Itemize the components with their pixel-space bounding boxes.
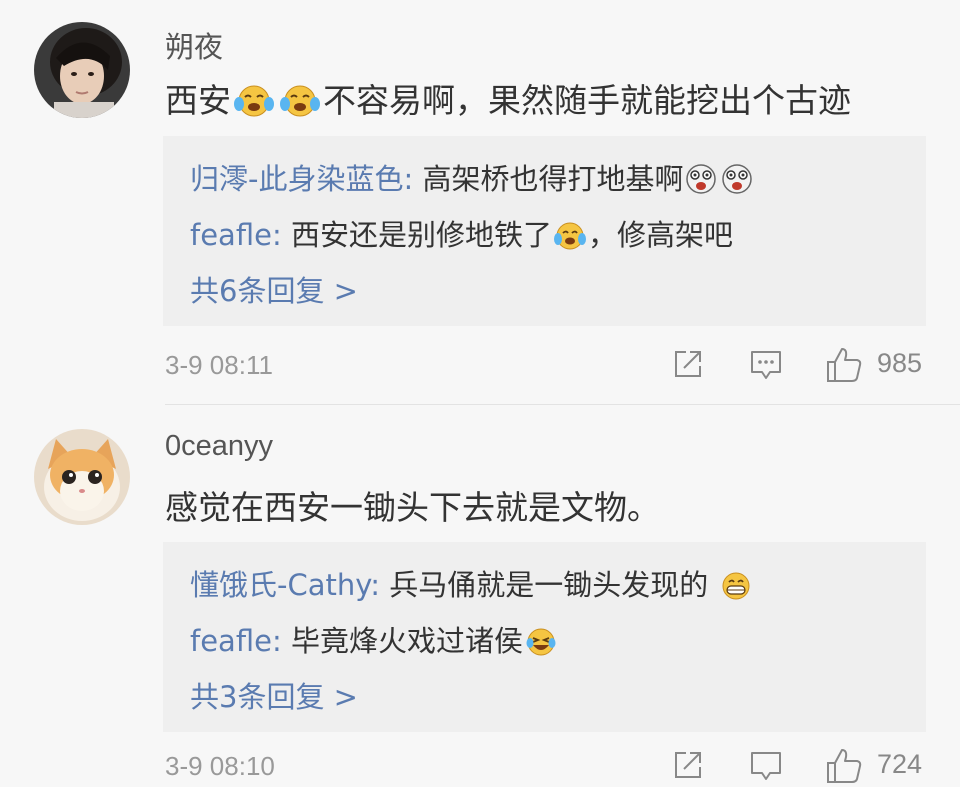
like-icon[interactable] <box>825 346 863 384</box>
reply-item[interactable]: feafle: 毕竟烽火戏过诸侯 <box>190 618 559 660</box>
reply-username[interactable]: feafle <box>190 218 272 252</box>
comment-text: 西安 不容易啊，果然随手就能挖出个古迹 <box>165 74 851 122</box>
reply-separator: : <box>271 624 291 658</box>
shocked-icon <box>720 163 754 195</box>
more-replies-link[interactable]: 共6条回复 > <box>190 268 358 310</box>
username[interactable]: 0ceanyy <box>165 430 273 463</box>
share-icon[interactable] <box>670 346 706 382</box>
comment-meta: 3-9 08:11 985 <box>165 346 925 386</box>
reply-icon[interactable] <box>748 747 784 783</box>
reply-text: ，修高架吧 <box>587 218 733 252</box>
user-avatar[interactable] <box>34 22 130 118</box>
comment-meta: 3-9 08:10 724 <box>165 747 925 787</box>
more-replies-link[interactable]: 共3条回复 > <box>190 674 358 716</box>
comment-item: 朔夜 西安 不容易啊，果然随手就能挖出个古迹 归澪-此身染蓝色: 高架桥也得打地基… <box>0 0 960 400</box>
shocked-icon <box>684 163 718 195</box>
timestamp: 3-9 08:10 <box>165 751 275 781</box>
laugh-cry-icon <box>553 221 587 251</box>
reply-separator: : <box>370 568 390 602</box>
reply-text: 毕竟烽火戏过诸侯 <box>290 624 523 658</box>
grin-icon <box>719 571 753 601</box>
reply-icon[interactable] <box>748 346 784 382</box>
laugh-cry-icon <box>278 84 322 118</box>
reply-box[interactable]: 归澪-此身染蓝色: 高架桥也得打地基啊 feafle: 西安还是别修地铁了 ，修高… <box>163 136 926 326</box>
reply-username[interactable]: 归澪-此身染蓝色 <box>190 162 403 196</box>
reply-text: 高架桥也得打地基啊 <box>422 162 684 196</box>
username[interactable]: 朔夜 <box>165 24 223 66</box>
laugh-tears-icon <box>524 627 558 657</box>
reply-username[interactable]: 懂饿氏-Cathy <box>190 568 370 602</box>
like-count: 985 <box>877 348 923 378</box>
user-avatar[interactable] <box>34 429 130 525</box>
like-icon[interactable] <box>825 747 863 785</box>
comment-text: 感觉在西安一锄头下去就是文物。 <box>165 488 660 527</box>
laugh-cry-icon <box>232 84 276 118</box>
comment-text-part: 西安 <box>165 81 231 120</box>
share-icon[interactable] <box>670 747 706 783</box>
reply-text: 西安还是别修地铁了 <box>290 218 552 252</box>
comment-item: 0ceanyy 感觉在西安一锄头下去就是文物。 懂饿氏-Cathy: 兵马俑就是… <box>0 405 960 783</box>
reply-separator: : <box>271 218 291 252</box>
reply-item[interactable]: 归澪-此身染蓝色: 高架桥也得打地基啊 <box>190 156 755 198</box>
reply-text: 兵马俑就是一锄头发现的 <box>389 568 709 602</box>
comment-text-part: 不容易啊，果然随手就能挖出个古迹 <box>323 81 851 120</box>
reply-box[interactable]: 懂饿氏-Cathy: 兵马俑就是一锄头发现的 feafle: 毕竟烽火戏过诸侯 … <box>163 542 926 732</box>
reply-username[interactable]: feafle <box>190 624 272 658</box>
timestamp: 3-9 08:11 <box>165 350 273 380</box>
reply-item[interactable]: feafle: 西安还是别修地铁了 ，修高架吧 <box>190 212 733 254</box>
reply-item[interactable]: 懂饿氏-Cathy: 兵马俑就是一锄头发现的 <box>190 562 754 604</box>
reply-separator: : <box>403 162 423 196</box>
like-count: 724 <box>877 749 923 779</box>
